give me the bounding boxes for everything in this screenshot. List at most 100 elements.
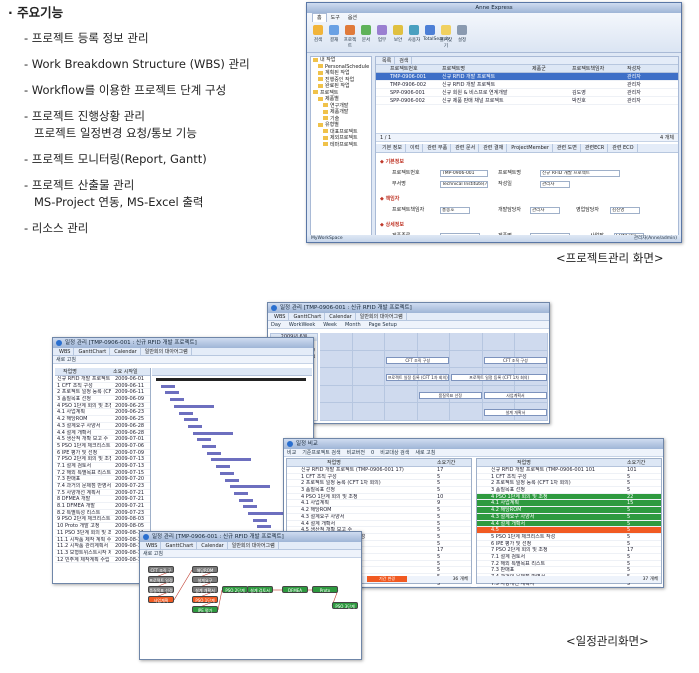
- compare-row[interactable]: 3 품질목표 선정 5: [477, 487, 661, 494]
- gantt-bar[interactable]: [220, 471, 235, 475]
- gantt-bar[interactable]: [257, 525, 272, 529]
- workflow-node[interactable]: Proto: [312, 586, 338, 593]
- compare-tool[interactable]: 0: [371, 450, 374, 456]
- gantt-task-row[interactable]: 3 품질목표 선정 2009-06-09: [55, 396, 150, 403]
- workflow-node[interactable]: 품질목표 선정: [148, 586, 174, 593]
- ribbon-button[interactable]: 검색: [311, 25, 325, 43]
- gantt-task-row[interactable]: 4.2 해당ROM 2009-06-25: [55, 416, 150, 423]
- calendar-day-cell[interactable]: [320, 350, 353, 369]
- calendar-event[interactable]: 프로젝트 일정 등록 (CFT 1차 회의): [451, 374, 547, 382]
- gantt-bar[interactable]: [234, 491, 249, 495]
- gantt-tab[interactable]: WBS: [56, 348, 75, 355]
- compare-row[interactable]: 7.2 해외 특별목표 리스트 5: [477, 561, 661, 568]
- detail-tab[interactable]: 관련 ECO: [609, 144, 638, 152]
- compare-column-header[interactable]: 작업명: [327, 459, 341, 466]
- calendar-tab[interactable]: Calendar: [326, 313, 356, 320]
- compare-row[interactable]: 4 PSO 1단계 회의 및 조정 22: [477, 493, 661, 501]
- grid-header-cell[interactable]: 프로젝트명: [442, 65, 465, 72]
- calendar-day-cell[interactable]: [515, 333, 548, 351]
- compare-tool[interactable]: 비교대상 검색: [380, 450, 409, 456]
- calendar-tool-button[interactable]: Page Setup: [369, 322, 397, 328]
- workflow-node[interactable]: 설계 개확서: [192, 586, 218, 593]
- workflow-node[interactable]: 설계 검토서: [247, 586, 273, 593]
- workflow-tab[interactable]: 일반회의 대아어그램: [229, 542, 279, 549]
- calendar-day-cell[interactable]: [385, 333, 418, 351]
- calendar-tool-button[interactable]: Day: [271, 322, 281, 328]
- gantt-bar[interactable]: [202, 445, 216, 448]
- workflow-tab[interactable]: WBS: [143, 542, 162, 549]
- calendar-day-cell[interactable]: [352, 350, 386, 369]
- gantt-task-row[interactable]: 10 Proto 개발 고정 2009-08-05: [55, 523, 150, 530]
- compare-row[interactable]: 4 PSO 1단계 회의 및 조정 10: [287, 494, 471, 501]
- gantt-bar[interactable]: [192, 431, 233, 435]
- compare-column-header[interactable]: 소요기간: [627, 459, 645, 466]
- gantt-task-row[interactable]: 7 PSO 2단계 회의 및 조정 2009-07-13: [55, 456, 150, 463]
- dev-field[interactable]: 관리자: [530, 207, 560, 214]
- gantt-task-row[interactable]: 신규 RFID 개발 프로젝트 2009-06-01: [55, 376, 150, 383]
- ribbon-button[interactable]: 프로젝트: [343, 25, 357, 49]
- gantt-tab[interactable]: GanttChart: [75, 348, 111, 355]
- compare-column-header[interactable]: 소요기간: [437, 459, 455, 466]
- gantt-tab[interactable]: Calendar: [111, 348, 141, 355]
- grid-header-cell[interactable]: 프로젝트책임자: [572, 65, 604, 72]
- nav-item[interactable]: 테마프로젝트: [311, 142, 371, 149]
- workflow-node[interactable]: 설계요구: [192, 576, 218, 583]
- calendar-event[interactable]: 사업계획서: [483, 391, 547, 399]
- calendar-day-cell[interactable]: [320, 333, 353, 351]
- gantt-task-row[interactable]: 4.1 사업계획 2009-06-23: [55, 409, 150, 417]
- compare-row[interactable]: 7.1 설계 검토서 5: [477, 554, 661, 561]
- ribbon-tab[interactable]: 옵션: [344, 14, 361, 22]
- workflow-node[interactable]: PSO 2단계: [222, 586, 248, 593]
- ribbon-button[interactable]: 업무: [375, 25, 389, 43]
- workflow-refresh-button[interactable]: 새로 고침: [143, 551, 163, 557]
- gantt-task-row[interactable]: 4 PSO 1단계 회의 및 조정 2009-06-23: [55, 403, 150, 410]
- workflow-node[interactable]: 해당ROM: [192, 566, 218, 573]
- grid-header-cell[interactable]: 작성자: [627, 65, 641, 72]
- ribbon-button[interactable]: 즐겨찾기: [439, 25, 453, 49]
- gantt-task-row[interactable]: 6 IPE 평가 및 선정 2009-07-09: [55, 450, 150, 457]
- compare-row[interactable]: 4.5 5: [477, 527, 661, 534]
- compare-row[interactable]: 4.2 해당ROM 5: [477, 507, 661, 514]
- workflow-tab[interactable]: Calendar: [198, 542, 228, 549]
- gantt-task-row[interactable]: 7.1 설계 검토서 2009-07-13: [55, 463, 150, 470]
- calendar-day-cell[interactable]: [352, 368, 386, 386]
- gantt-task-row[interactable]: 7.2 해외 특별목표 리스트 2009-07-15: [55, 470, 150, 477]
- dept-field[interactable]: Technical Institute(기: [440, 181, 488, 188]
- ribbon-button[interactable]: 보안: [391, 25, 405, 43]
- calendar-tool-button[interactable]: Month: [345, 322, 361, 328]
- gantt-task-row[interactable]: 7.3 판매표 2009-07-20: [55, 476, 150, 483]
- ribbon-button[interactable]: TotalSearch: [423, 25, 449, 42]
- project-no-field[interactable]: TMP-0906-001: [440, 170, 488, 177]
- calendar-event[interactable]: 품질목표 선정: [418, 391, 482, 399]
- detail-tab[interactable]: 기본 정보: [379, 144, 406, 152]
- gantt-task-row[interactable]: 1 CFT 조직 구성 2009-06-11: [55, 383, 150, 390]
- table-row[interactable]: TMP-0906-001 신규 RFID 개발 프로젝트 관리자: [376, 73, 678, 81]
- gantt-bar[interactable]: [156, 378, 306, 381]
- ribbon-tab[interactable]: 도구: [327, 14, 344, 22]
- gantt-bar[interactable]: [248, 512, 288, 515]
- gantt-task-row[interactable]: 7.5 사양개선 계획서 2009-07-21: [55, 490, 150, 497]
- detail-tab[interactable]: 관련ECR: [582, 144, 609, 152]
- calendar-event[interactable]: 설계 개확서: [483, 409, 547, 417]
- workflow-tab[interactable]: GanttChart: [162, 542, 198, 549]
- gantt-task-row[interactable]: 11 PSO 3단계 회의 및 조정 2009-08-11: [55, 530, 150, 537]
- calendar-tab[interactable]: GanttChart: [290, 313, 326, 320]
- workflow-node[interactable]: PSO 1단계: [192, 596, 218, 603]
- detail-tab[interactable]: 관련 부품: [424, 144, 452, 152]
- gantt-bar[interactable]: [183, 418, 198, 422]
- calendar-event[interactable]: CFT 조직 구성: [483, 356, 547, 364]
- calendar-tool-button[interactable]: Week: [323, 322, 337, 328]
- ribbon-button[interactable]: 결재: [327, 25, 341, 43]
- calendar-day-cell[interactable]: [450, 333, 483, 351]
- gantt-task-row[interactable]: 4.4 설계 개확서 2009-06-28: [55, 430, 150, 437]
- compare-row[interactable]: 4.3 설계요구 사양서 5: [477, 513, 661, 521]
- workflow-node[interactable]: PSO 3단계: [332, 602, 358, 609]
- compare-tool[interactable]: 비교: [287, 450, 296, 456]
- compare-row[interactable]: 4.2 해당ROM 5: [287, 507, 471, 514]
- gantt-bar[interactable]: [179, 411, 193, 415]
- workflow-node[interactable]: CFT 조직 구성: [148, 566, 174, 580]
- calendar-day-cell[interactable]: [352, 333, 386, 351]
- gantt-bar[interactable]: [211, 458, 252, 462]
- gantt-column-header[interactable]: 소요 시작일: [113, 368, 138, 375]
- gantt-task-row[interactable]: 4.3 설계요구 사양서 2009-06-28: [55, 423, 150, 430]
